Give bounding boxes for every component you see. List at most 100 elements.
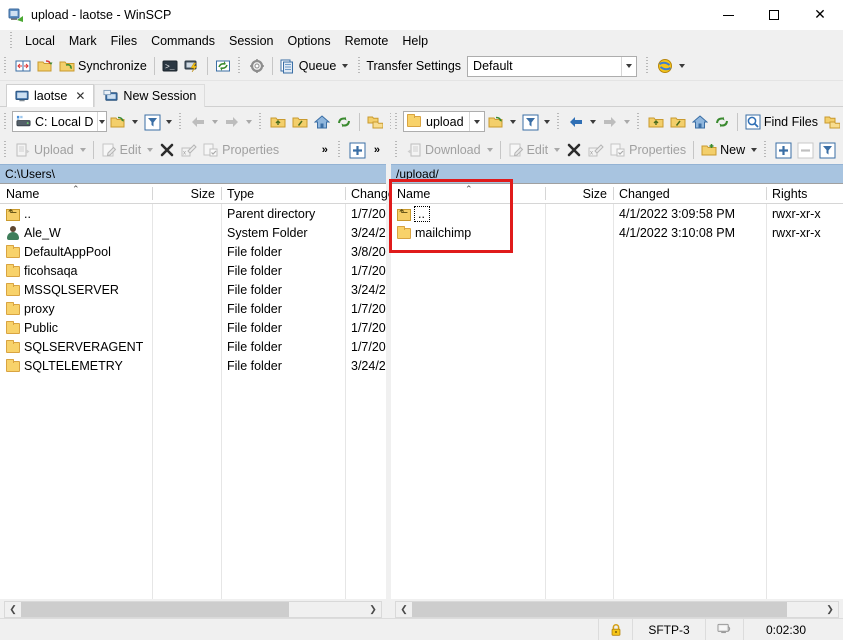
local-horizontal-scrollbar[interactable]: ❮ ❯	[4, 601, 382, 618]
remote-row-name[interactable]: ..	[391, 204, 545, 223]
scroll-left-icon[interactable]: ❮	[396, 602, 412, 617]
remote-bookmark-button[interactable]	[821, 110, 843, 133]
chevron-down-icon[interactable]	[342, 64, 349, 68]
menu-item-options[interactable]: Options	[280, 32, 337, 50]
sync-panels-button[interactable]	[12, 55, 34, 78]
menu-item-mark[interactable]: Mark	[62, 32, 104, 50]
table-row[interactable]: .. Parent directory 1/7/20	[0, 204, 386, 223]
remote-delete-button[interactable]	[563, 139, 585, 162]
local-column-name[interactable]: Name ⌃	[0, 183, 152, 204]
remote-open-directory-button[interactable]	[485, 110, 519, 133]
remote-refresh-button[interactable]	[711, 110, 733, 133]
local-select-button[interactable]	[346, 139, 368, 162]
remote-invert-selection-button[interactable]	[816, 139, 838, 162]
remote-home-directory-button[interactable]	[689, 110, 711, 133]
remote-directory-combo[interactable]: upload	[403, 111, 485, 132]
local-refresh-button[interactable]	[333, 110, 355, 133]
remote-parent-directory-button[interactable]	[645, 110, 667, 133]
chevron-down-icon[interactable]	[468, 112, 484, 131]
local-root-directory-button[interactable]	[289, 110, 311, 133]
queue-button[interactable]: Queue	[277, 55, 352, 78]
menu-item-remote[interactable]: Remote	[338, 32, 396, 50]
remote-scroll-thumb[interactable]	[412, 602, 787, 617]
table-row[interactable]: DefaultAppPool File folder 3/8/20	[0, 242, 386, 261]
table-row[interactable]: Public File folder 1/7/20	[0, 318, 386, 337]
local-extra-overflow-button[interactable]: »	[368, 144, 386, 156]
download-button[interactable]: Download	[403, 139, 496, 162]
chevron-down-icon[interactable]	[97, 112, 106, 131]
local-open-directory-button[interactable]	[107, 110, 141, 133]
synchronize-browsing-button[interactable]	[34, 55, 56, 78]
chevron-down-icon[interactable]	[679, 64, 686, 68]
local-row-name[interactable]: DefaultAppPool	[0, 242, 152, 261]
local-ops-overflow-button[interactable]: »	[316, 144, 334, 156]
chevron-down-icon[interactable]	[509, 119, 516, 124]
scroll-left-icon[interactable]: ❮	[5, 602, 21, 617]
local-row-name[interactable]: ..	[0, 204, 152, 223]
local-address-bar[interactable]: C:\Users\	[0, 164, 386, 183]
remote-edit-button[interactable]: Edit	[505, 139, 564, 162]
remote-filter-button[interactable]	[519, 110, 553, 133]
open-console-button[interactable]: >_	[159, 55, 181, 78]
new-button[interactable]: New	[698, 139, 760, 162]
local-ops-grip[interactable]	[3, 141, 9, 159]
local-delete-button[interactable]	[156, 139, 178, 162]
remote-ops-grip[interactable]	[394, 141, 400, 159]
transfer-settings-combo[interactable]: Default	[467, 55, 638, 77]
remote-rename-button[interactable]: x	[585, 139, 607, 162]
table-row[interactable]: mailchimp 4/1/2022 3:10:08 PM rwxr-xr-x	[391, 223, 843, 242]
remote-file-list[interactable]: .. 4/1/2022 3:09:58 PM rwxr-xr-x mailchi…	[391, 204, 843, 599]
chevron-down-icon[interactable]	[132, 119, 138, 124]
session-tab-laotse[interactable]: laotse ✕	[6, 84, 95, 107]
chevron-down-icon[interactable]	[166, 119, 172, 124]
local-column-size[interactable]: Size	[152, 183, 221, 204]
remote-dirs-grip[interactable]	[635, 112, 642, 131]
open-putty-button[interactable]	[181, 55, 203, 78]
scroll-right-icon[interactable]: ❯	[822, 602, 838, 617]
table-row[interactable]: proxy File folder 1/7/20	[0, 299, 386, 318]
local-scroll-thumb[interactable]	[21, 602, 289, 617]
local-parent-directory-button[interactable]	[267, 110, 289, 133]
remote-back-button[interactable]	[565, 110, 599, 133]
local-filter-button[interactable]	[141, 110, 175, 133]
local-row-name[interactable]: Public	[0, 318, 152, 337]
status-connection-cell[interactable]	[705, 618, 743, 640]
remote-column-rights[interactable]: Rights	[766, 183, 843, 204]
remote-properties-button[interactable]: Properties	[607, 139, 689, 162]
chevron-down-icon[interactable]	[621, 56, 636, 76]
remote-column-name[interactable]: Name ⌃	[391, 183, 545, 204]
menu-grip[interactable]	[9, 32, 15, 50]
local-file-list[interactable]: .. Parent directory 1/7/20 Ale_W System …	[0, 204, 386, 599]
table-row[interactable]: MSSQLSERVER File folder 3/24/2	[0, 280, 386, 299]
refresh-all-button[interactable]	[212, 55, 234, 78]
table-row[interactable]: ficohsaqa File folder 1/7/20	[0, 261, 386, 280]
upload-button[interactable]: Upload	[12, 139, 89, 162]
toolbar-grip-4[interactable]	[645, 57, 652, 75]
local-properties-button[interactable]: Properties	[200, 139, 282, 162]
remote-scroll-track[interactable]	[412, 602, 822, 617]
maximize-button[interactable]	[751, 0, 797, 30]
chevron-down-icon[interactable]	[589, 119, 596, 124]
remote-extra-grip[interactable]	[763, 141, 770, 159]
local-row-name[interactable]: Ale_W	[0, 223, 152, 242]
remote-history-grip[interactable]	[555, 112, 562, 131]
menu-item-commands[interactable]: Commands	[144, 32, 222, 50]
local-home-directory-button[interactable]	[311, 110, 333, 133]
remote-row-name[interactable]: mailchimp	[391, 223, 545, 242]
resize-grip[interactable]	[828, 619, 843, 640]
local-rename-button[interactable]: x	[178, 139, 200, 162]
remote-address-bar[interactable]: /upload/	[391, 164, 843, 183]
menu-item-help[interactable]: Help	[395, 32, 435, 50]
find-files-button[interactable]: Find Files	[742, 110, 821, 133]
local-column-type[interactable]: Type	[221, 183, 345, 204]
local-row-name[interactable]: SQLSERVERAGENT	[0, 337, 152, 356]
remote-horizontal-scrollbar[interactable]: ❮ ❯	[395, 601, 839, 618]
remote-root-directory-button[interactable]	[667, 110, 689, 133]
local-row-name[interactable]: proxy	[0, 299, 152, 318]
synchronize-button[interactable]: Synchronize	[56, 55, 150, 78]
minimize-button[interactable]	[705, 0, 751, 30]
local-dirs-grip[interactable]	[258, 112, 264, 131]
menu-item-session[interactable]: Session	[222, 32, 280, 50]
local-extra-grip[interactable]	[336, 141, 343, 159]
close-icon[interactable]: ✕	[75, 89, 85, 103]
